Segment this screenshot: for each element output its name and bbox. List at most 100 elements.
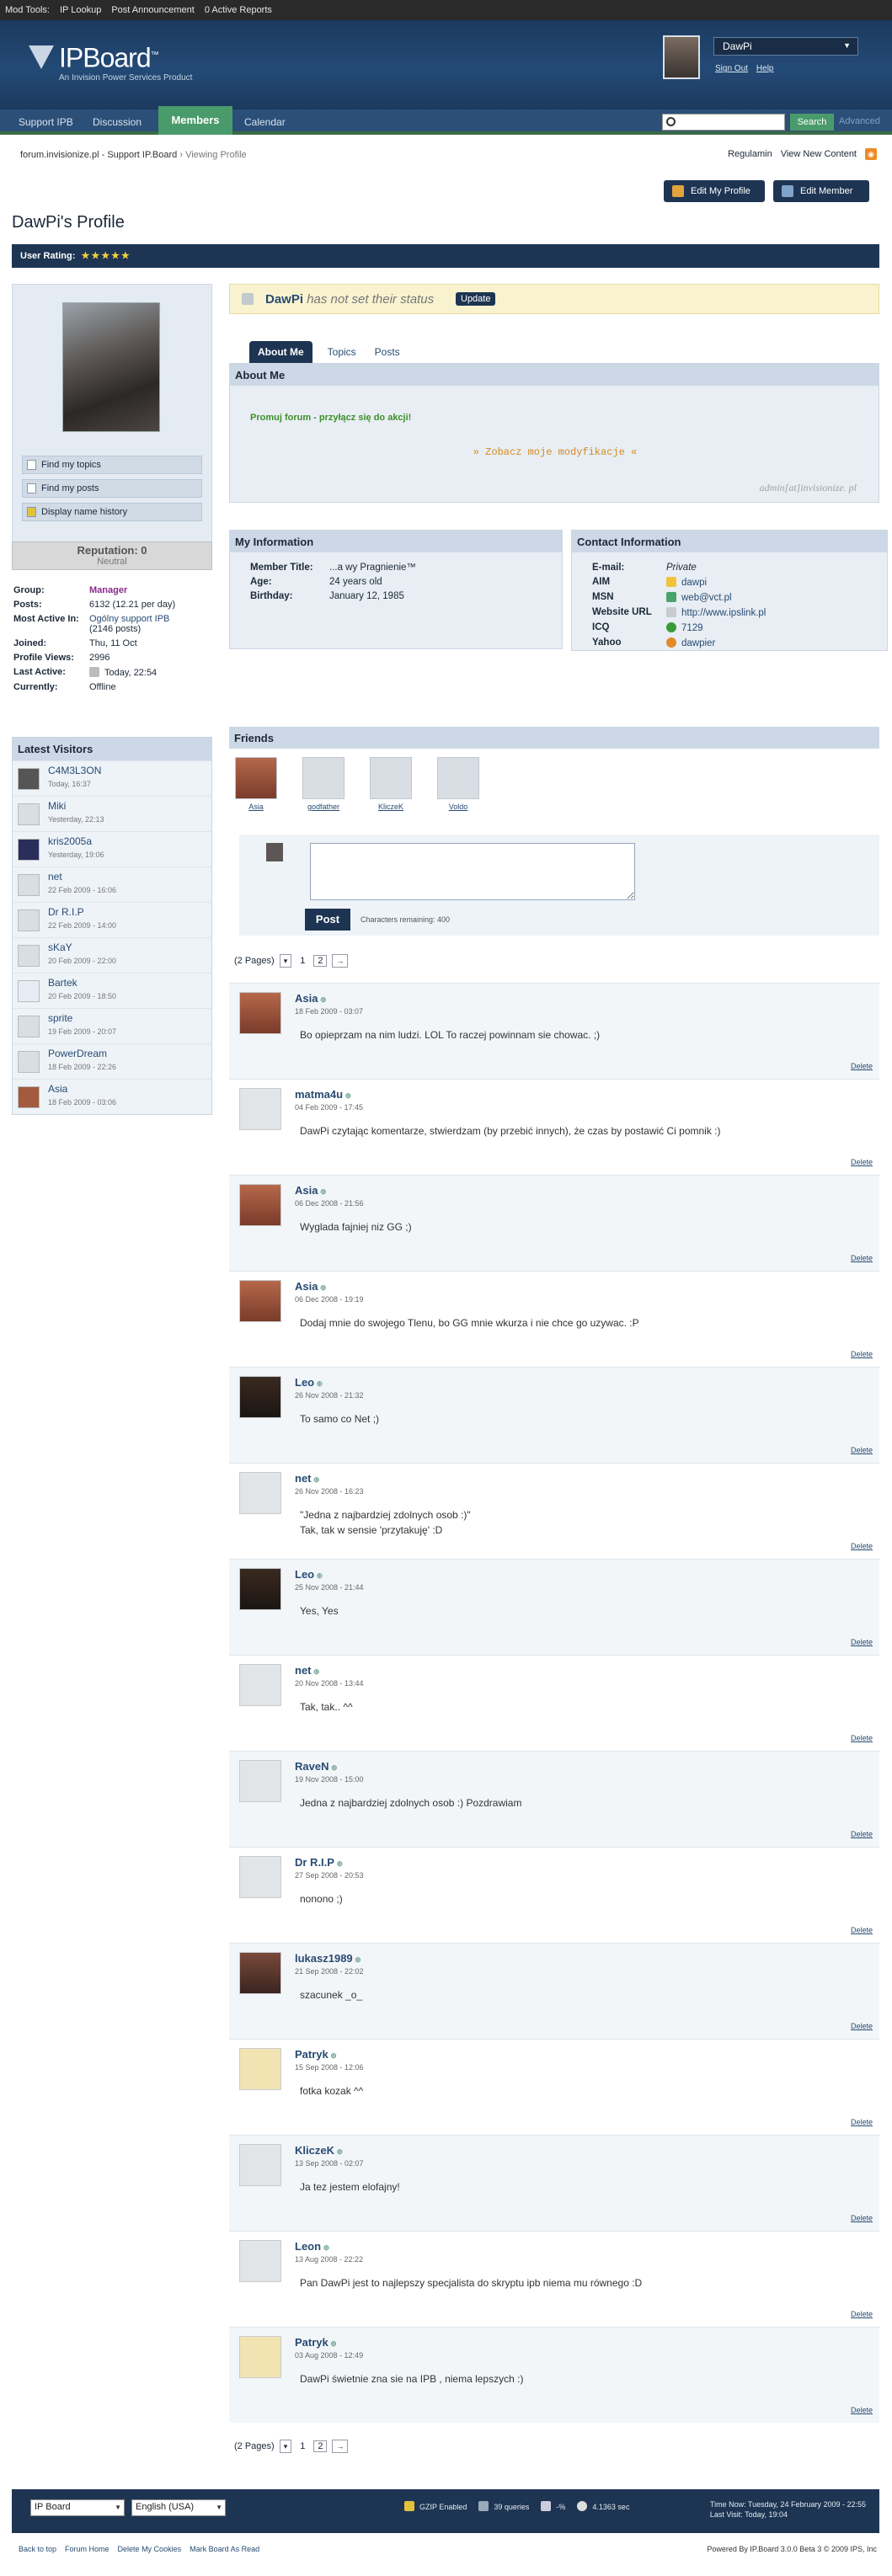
page-1[interactable]: 1 — [296, 2441, 308, 2451]
friend-item[interactable]: Asia — [231, 757, 281, 811]
active-reports-link[interactable]: 0 Active Reports — [205, 5, 272, 15]
tab-members[interactable]: Members — [158, 106, 232, 135]
user-menu-dropdown[interactable]: DawPi — [713, 37, 858, 56]
delete-comment-link[interactable]: Delete — [851, 2022, 873, 2030]
visitor-name[interactable]: sprite — [48, 1012, 72, 1024]
comment-avatar[interactable] — [239, 1280, 281, 1322]
mark-board-read-link[interactable]: Mark Board As Read — [190, 2545, 259, 2553]
next-page-button[interactable]: → — [332, 954, 349, 968]
delete-comment-link[interactable]: Delete — [851, 1638, 873, 1646]
visitor-item[interactable]: Asia 18 Feb 2009 - 03:06 — [13, 1079, 211, 1114]
skin-selector[interactable]: IP Board — [30, 2499, 125, 2516]
yahoo-value[interactable]: dawpier — [681, 638, 715, 648]
comment-avatar[interactable] — [239, 1568, 281, 1610]
comment-avatar[interactable] — [239, 1856, 281, 1898]
comment-avatar[interactable] — [239, 1760, 281, 1802]
view-new-content-link[interactable]: View New Content — [781, 149, 857, 159]
visitor-name[interactable]: Asia — [48, 1083, 67, 1095]
friend-item[interactable]: KliczeK — [366, 757, 416, 811]
delete-comment-link[interactable]: Delete — [851, 2214, 873, 2222]
most-active-forum-link[interactable]: Ogólny support IPB — [89, 614, 169, 624]
post-announcement-link[interactable]: Post Announcement — [111, 5, 194, 15]
pages-dropdown[interactable]: ▾ — [279, 954, 292, 968]
delete-cookies-link[interactable]: Delete My Cookies — [118, 2545, 182, 2553]
ipboard-logo[interactable]: IPBoard™ An Invision Power Services Prod… — [29, 42, 192, 83]
visitor-item[interactable]: net 22 Feb 2009 - 16:06 — [13, 867, 211, 902]
comment-avatar[interactable] — [239, 2144, 281, 2186]
language-selector[interactable]: English (USA) — [131, 2499, 226, 2516]
delete-comment-link[interactable]: Delete — [851, 1350, 873, 1358]
find-my-posts-button[interactable]: Find my posts — [22, 479, 202, 498]
tab-discussion[interactable]: Discussion — [93, 116, 142, 128]
comment-author[interactable]: net — [295, 1472, 320, 1485]
comment-avatar[interactable] — [239, 2048, 281, 2090]
visitor-item[interactable]: sprite 19 Feb 2009 - 20:07 — [13, 1008, 211, 1043]
visitor-item[interactable]: Dr R.I.P 22 Feb 2009 - 14:00 — [13, 902, 211, 937]
help-link[interactable]: Help — [756, 64, 774, 73]
comment-avatar[interactable] — [239, 1376, 281, 1418]
comment-avatar[interactable] — [239, 1952, 281, 1994]
friend-name[interactable]: godfather — [307, 803, 339, 811]
friend-name[interactable]: KliczeK — [378, 803, 403, 811]
visitor-name[interactable]: C4M3L3ON — [48, 765, 101, 776]
visitor-name[interactable]: kris2005a — [48, 835, 92, 847]
delete-comment-link[interactable]: Delete — [851, 1830, 873, 1838]
edit-my-profile-button[interactable]: Edit My Profile — [664, 180, 765, 202]
comment-author[interactable]: Leo — [295, 1376, 323, 1389]
page-2[interactable]: 2 — [313, 955, 328, 967]
delete-comment-link[interactable]: Delete — [851, 1062, 873, 1070]
icq-value[interactable]: 7129 — [681, 623, 703, 633]
comment-author[interactable]: Asia — [295, 992, 327, 1005]
comment-author[interactable]: KliczeK — [295, 2144, 343, 2157]
aim-value[interactable]: dawpi — [681, 578, 707, 588]
delete-comment-link[interactable]: Delete — [851, 1542, 873, 1550]
comment-author[interactable]: net — [295, 1664, 320, 1677]
pages-dropdown[interactable]: ▾ — [279, 2440, 292, 2453]
msn-value[interactable]: web@vct.pl — [681, 593, 732, 603]
comment-author[interactable]: Patryk — [295, 2048, 337, 2061]
tab-support-ipb[interactable]: Support IPB — [19, 116, 73, 128]
update-status-button[interactable]: Update — [456, 292, 496, 306]
visitor-name[interactable]: PowerDream — [48, 1048, 107, 1059]
friend-name[interactable]: Asia — [248, 803, 264, 811]
delete-comment-link[interactable]: Delete — [851, 1446, 873, 1454]
search-button[interactable]: Search — [790, 114, 834, 131]
promo-link[interactable]: Promuj forum - przyłącz się do akcji! — [250, 413, 411, 423]
comment-avatar[interactable] — [239, 1664, 281, 1706]
comment-author[interactable]: RaveN — [295, 1760, 338, 1773]
modifications-link[interactable]: » Zobacz moje modyfikacje « — [230, 446, 880, 458]
tab-posts[interactable]: Posts — [371, 341, 403, 363]
rating-stars[interactable]: ★★★★★ — [81, 251, 131, 261]
tab-about-me[interactable]: About Me — [249, 341, 312, 363]
comment-author[interactable]: Leo — [295, 1568, 323, 1581]
visitor-item[interactable]: Bartek 20 Feb 2009 - 18:50 — [13, 973, 211, 1008]
visitor-item[interactable]: PowerDream 18 Feb 2009 - 22:26 — [13, 1043, 211, 1079]
delete-comment-link[interactable]: Delete — [851, 2310, 873, 2318]
website-value[interactable]: http://www.ipslink.pl — [681, 608, 766, 618]
comment-avatar[interactable] — [239, 1088, 281, 1130]
tab-calendar[interactable]: Calendar — [244, 116, 286, 128]
visitor-name[interactable]: Miki — [48, 800, 66, 812]
delete-comment-link[interactable]: Delete — [851, 1158, 873, 1166]
comment-avatar[interactable] — [239, 1184, 281, 1226]
comment-avatar[interactable] — [239, 1472, 281, 1514]
visitor-item[interactable]: C4M3L3ON Today, 16:37 — [13, 760, 211, 796]
delete-comment-link[interactable]: Delete — [851, 1926, 873, 1934]
advanced-search-link[interactable]: Advanced — [839, 116, 880, 126]
comment-author[interactable]: Leon — [295, 2240, 329, 2253]
back-to-top-link[interactable]: Back to top — [19, 2545, 56, 2553]
page-1[interactable]: 1 — [296, 956, 308, 966]
visitor-name[interactable]: Bartek — [48, 977, 77, 989]
comment-author[interactable]: Asia — [295, 1184, 327, 1197]
comment-avatar[interactable] — [239, 2336, 281, 2378]
delete-comment-link[interactable]: Delete — [851, 1254, 873, 1262]
visitor-name[interactable]: net — [48, 871, 62, 883]
comment-author[interactable]: lukasz1989 — [295, 1952, 361, 1965]
next-page-button[interactable]: → — [332, 2440, 349, 2453]
friend-item[interactable]: Voldo — [433, 757, 483, 811]
page-2[interactable]: 2 — [313, 2440, 328, 2452]
sign-out-link[interactable]: Sign Out — [715, 64, 748, 73]
user-avatar[interactable] — [663, 35, 700, 79]
visitor-name[interactable]: sKaY — [48, 941, 72, 953]
visitor-name[interactable]: Dr R.I.P — [48, 906, 84, 918]
